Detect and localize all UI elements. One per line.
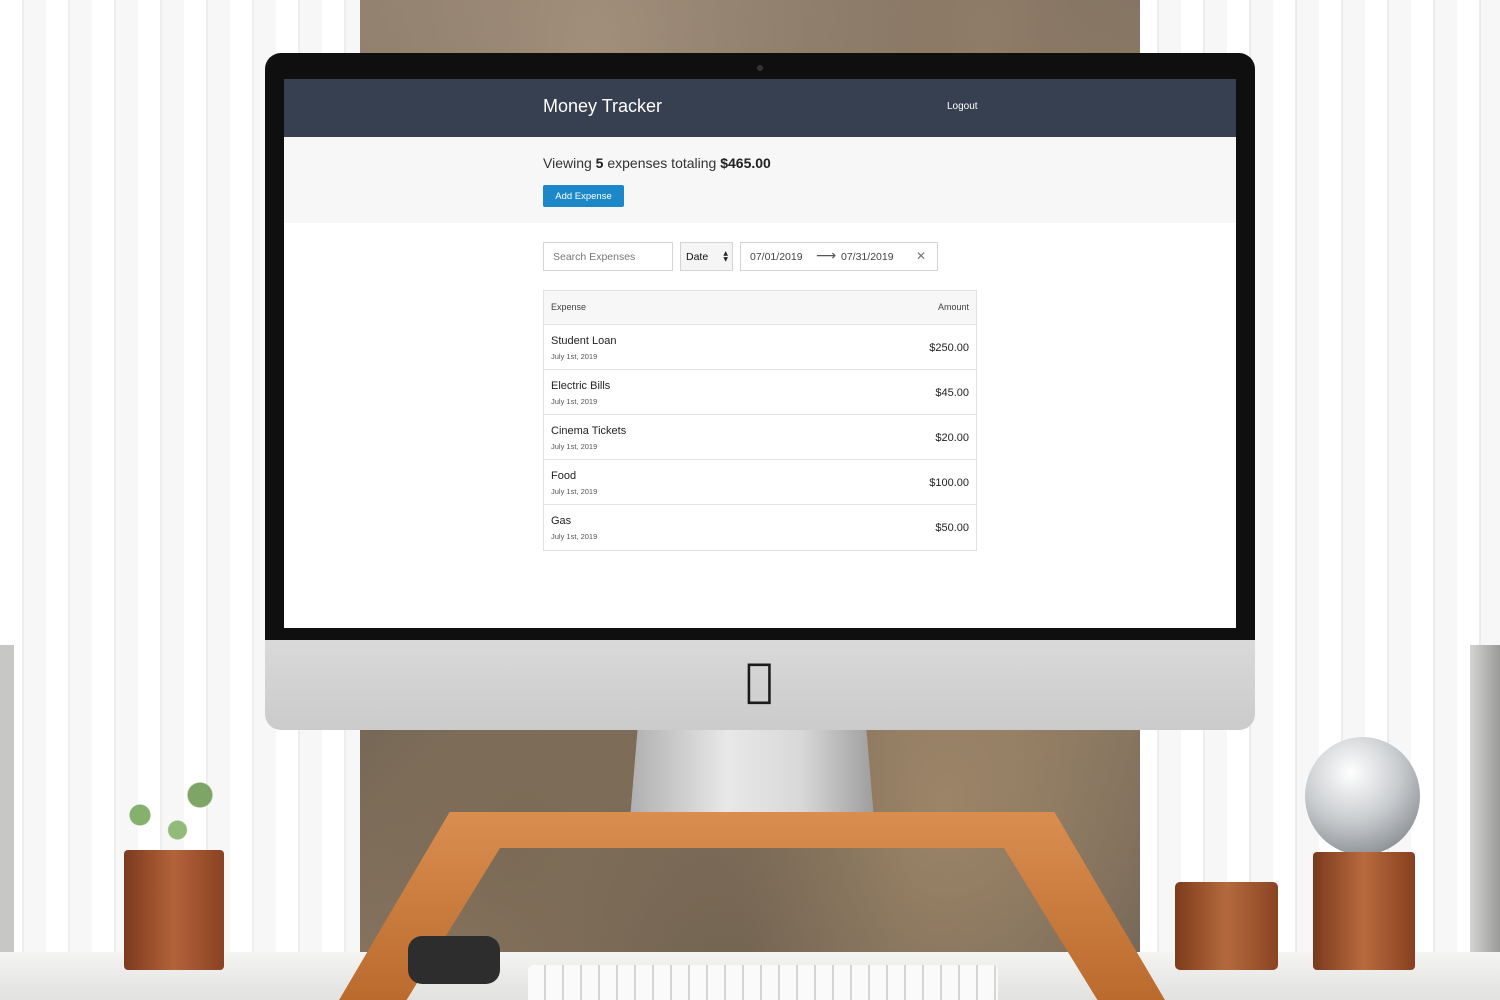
expense-date: July 1st, 2019 — [551, 352, 598, 361]
sort-select[interactable]: Date ▲ ▼ — [680, 242, 733, 271]
wooden-cup — [1175, 882, 1278, 970]
expense-name: Gas — [551, 515, 572, 527]
app-header: Money Tracker Logout — [284, 79, 1236, 137]
table-row[interactable]: Cinema Tickets July 1st, 2019 $20.00 — [544, 415, 976, 460]
expense-amount: $20.00 — [935, 432, 969, 444]
expense-name: Food — [551, 470, 577, 482]
table-row[interactable]: Food July 1st, 2019 $100.00 — [544, 460, 976, 505]
lamp-bulb — [1305, 737, 1420, 855]
app-title: Money Tracker — [543, 96, 663, 116]
column-header-expense: Expense — [551, 302, 587, 312]
date-range-picker[interactable]: 07/01/2019 ⟶ 07/31/2019 ✕ — [740, 242, 938, 271]
logout-link[interactable]: Logout — [947, 101, 978, 112]
apple-logo-icon:  — [740, 656, 778, 704]
app-screen: Money Tracker Logout Viewing 5 expenses … — [284, 79, 1236, 628]
keyboard — [528, 965, 998, 1000]
sort-select-value: Date — [686, 251, 709, 263]
plant-leaves — [95, 755, 245, 855]
bluetooth-speaker — [408, 936, 500, 984]
close-icon[interactable]: ✕ — [916, 249, 926, 263]
table-row[interactable]: Student Loan July 1st, 2019 $250.00 — [544, 325, 976, 370]
expense-name: Student Loan — [551, 335, 617, 347]
expense-name: Cinema Tickets — [551, 425, 627, 437]
expense-amount: $50.00 — [935, 522, 969, 534]
expense-amount: $250.00 — [929, 342, 969, 354]
expense-date: July 1st, 2019 — [551, 397, 598, 406]
add-expense-button[interactable]: Add Expense — [543, 185, 624, 207]
date-start-field[interactable]: 07/01/2019 — [750, 251, 803, 263]
expense-date: July 1st, 2019 — [551, 487, 598, 496]
speaker-left — [0, 645, 14, 955]
table-row[interactable]: Gas July 1st, 2019 $50.00 — [544, 505, 976, 550]
summary-text: Viewing 5 expenses totaling $465.00 — [543, 155, 771, 171]
table-row[interactable]: Electric Bills July 1st, 2019 $45.00 — [544, 370, 976, 415]
column-header-amount: Amount — [937, 302, 969, 312]
lamp-base — [1313, 852, 1415, 970]
plant-pot — [124, 850, 224, 970]
expense-amount: $100.00 — [929, 477, 969, 489]
camera-icon — [757, 65, 763, 71]
arrow-right-icon: ⟶ — [816, 248, 837, 264]
date-end-field[interactable]: 07/31/2019 — [841, 251, 894, 263]
expenses-table: Expense Amount Student Loan July 1st, 20… — [543, 290, 977, 551]
summary-middle: expenses totaling — [607, 155, 717, 171]
expense-amount: $45.00 — [935, 387, 969, 399]
table-header: Expense Amount — [544, 291, 976, 325]
expense-name: Electric Bills — [551, 380, 611, 392]
summary-prefix: Viewing — [543, 155, 592, 171]
speaker-right — [1470, 645, 1500, 955]
search-input[interactable] — [543, 242, 673, 271]
sort-caret-icon: ▲ ▼ — [723, 250, 728, 263]
summary-panel: Viewing 5 expenses totaling $465.00 Add … — [284, 137, 1236, 223]
expense-date: July 1st, 2019 — [551, 442, 598, 451]
expense-total: $465.00 — [720, 155, 771, 171]
expense-date: July 1st, 2019 — [551, 532, 598, 541]
expense-count: 5 — [595, 155, 604, 171]
